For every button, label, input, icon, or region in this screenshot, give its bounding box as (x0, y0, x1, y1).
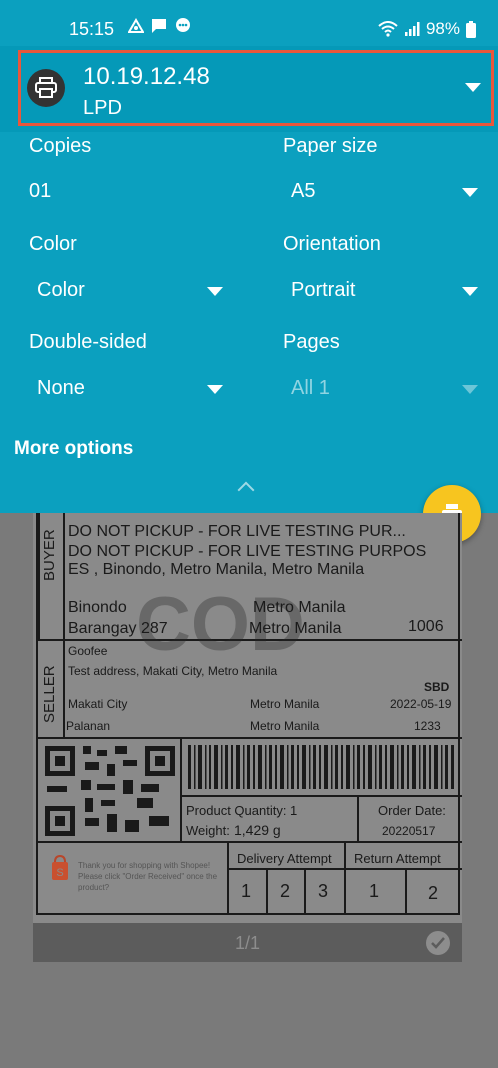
status-bar: 15:15 98% (0, 0, 498, 46)
double-sided-label: Double-sided (29, 331, 147, 353)
print-options-panel: 15:15 98% 10.19.12.48 LPD Copies 01 Pape… (0, 0, 498, 513)
more-options-link[interactable]: More options (14, 438, 133, 460)
orientation-label: Orientation (283, 233, 381, 255)
qty-value: 1 (290, 803, 298, 818)
printer-type: LPD (83, 97, 122, 119)
delivery-attempt-label: Delivery Attempt (237, 851, 332, 866)
color-dropdown-icon[interactable] (207, 287, 223, 296)
return-attempt-1: 1 (369, 881, 380, 901)
thanks-line-1: Thank you for shopping with Shopee! (78, 861, 211, 870)
triangle-app-icon (128, 18, 144, 33)
buyer-line-1: DO NOT PICKUP - FOR LIVE TESTING PUR... (68, 523, 406, 540)
weight-value: 1,429 g (234, 822, 281, 838)
seller-barangay: Palanan (66, 719, 111, 733)
buyer-city: Binondo (68, 599, 127, 616)
qr-code (45, 746, 175, 836)
pages-label: Pages (283, 331, 340, 353)
seller-city: Makati City (68, 697, 128, 711)
paper-size-select[interactable]: A5 (291, 180, 315, 203)
barcode (188, 745, 454, 789)
pages-select: All 1 (291, 377, 330, 399)
page-indicator-bar: 1/1 (33, 923, 462, 962)
orientation-select[interactable]: Portrait (291, 279, 355, 302)
printer-name: 10.19.12.48 (83, 63, 210, 90)
orientation-dropdown-icon[interactable] (462, 287, 478, 296)
color-label: Color (29, 233, 77, 255)
seller-address: Test address, Makati City, Metro Manila (68, 664, 278, 678)
shipping-label: BUYER DO NOT PICKUP - FOR LIVE TESTING P… (36, 513, 462, 915)
delivery-attempt-3: 3 (318, 881, 329, 901)
printer-icon (27, 69, 65, 107)
check-icon[interactable] (426, 931, 450, 955)
thanks-line-3: product? (78, 883, 110, 892)
buyer-tag: BUYER (41, 529, 58, 581)
buyer-line-3: ES , Binondo, Metro Manila, Metro Manila (68, 561, 365, 578)
qty-label: Product Quantity: (186, 803, 287, 818)
return-attempt-label: Return Attempt (354, 851, 441, 866)
delivery-attempt-2: 2 (280, 881, 291, 901)
order-date-value: 20220517 (382, 824, 436, 838)
buyer-line-2: DO NOT PICKUP - FOR LIVE TESTING PURPOS (68, 543, 427, 560)
buyer-barangay: Barangay 287 (68, 620, 168, 637)
seller-region: Metro Manila (250, 697, 320, 711)
printer-dropdown-icon[interactable] (465, 83, 481, 92)
delivery-attempt-1: 1 (241, 881, 252, 901)
page-indicator: 1/1 (234, 933, 261, 953)
seller-name: Goofee (68, 644, 108, 658)
paper-size-label: Paper size (283, 135, 378, 157)
pages-dropdown-icon (462, 385, 478, 394)
chat-icon (176, 18, 190, 32)
printer-selector[interactable]: 10.19.12.48 LPD (18, 50, 494, 126)
buyer-region-2: Metro Manila (249, 620, 342, 637)
wifi-icon (378, 21, 398, 37)
double-sided-dropdown-icon[interactable] (207, 385, 223, 394)
seller-tag: SELLER (41, 665, 58, 723)
status-right: 98% (378, 19, 476, 39)
svg-text:S: S (56, 867, 63, 879)
buyer-region: Metro Manila (253, 599, 346, 616)
color-select[interactable]: Color (37, 279, 85, 302)
weight-label: Weight: (186, 823, 230, 838)
paper-size-dropdown-icon[interactable] (462, 188, 478, 197)
message-icon (152, 19, 166, 33)
status-time: 15:15 (69, 19, 115, 39)
signal-icon (404, 22, 420, 36)
chevron-up-icon[interactable] (237, 481, 255, 499)
seller-region-2: Metro Manila (250, 719, 320, 733)
seller-zip: 1233 (414, 719, 441, 733)
printer-selector-row[interactable]: 10.19.12.48 LPD (0, 46, 498, 132)
thanks-line-2: Please click "Order Received" once the (78, 872, 218, 881)
copies-label: Copies (29, 135, 92, 157)
sbd-tag: SBD (424, 680, 450, 694)
print-preview: BUYER DO NOT PICKUP - FOR LIVE TESTING P… (33, 513, 462, 923)
return-attempt-2: 2 (428, 883, 439, 903)
copies-input[interactable]: 01 (29, 180, 51, 203)
battery-percent: 98% (425, 19, 460, 38)
double-sided-select[interactable]: None (37, 377, 85, 400)
battery-icon (466, 20, 476, 38)
buyer-zip: 1006 (408, 618, 444, 635)
shopee-bag-icon: S (52, 855, 68, 880)
notification-icons (128, 18, 192, 34)
seller-date: 2022-05-19 (390, 697, 452, 711)
order-date-label: Order Date: (378, 803, 446, 818)
